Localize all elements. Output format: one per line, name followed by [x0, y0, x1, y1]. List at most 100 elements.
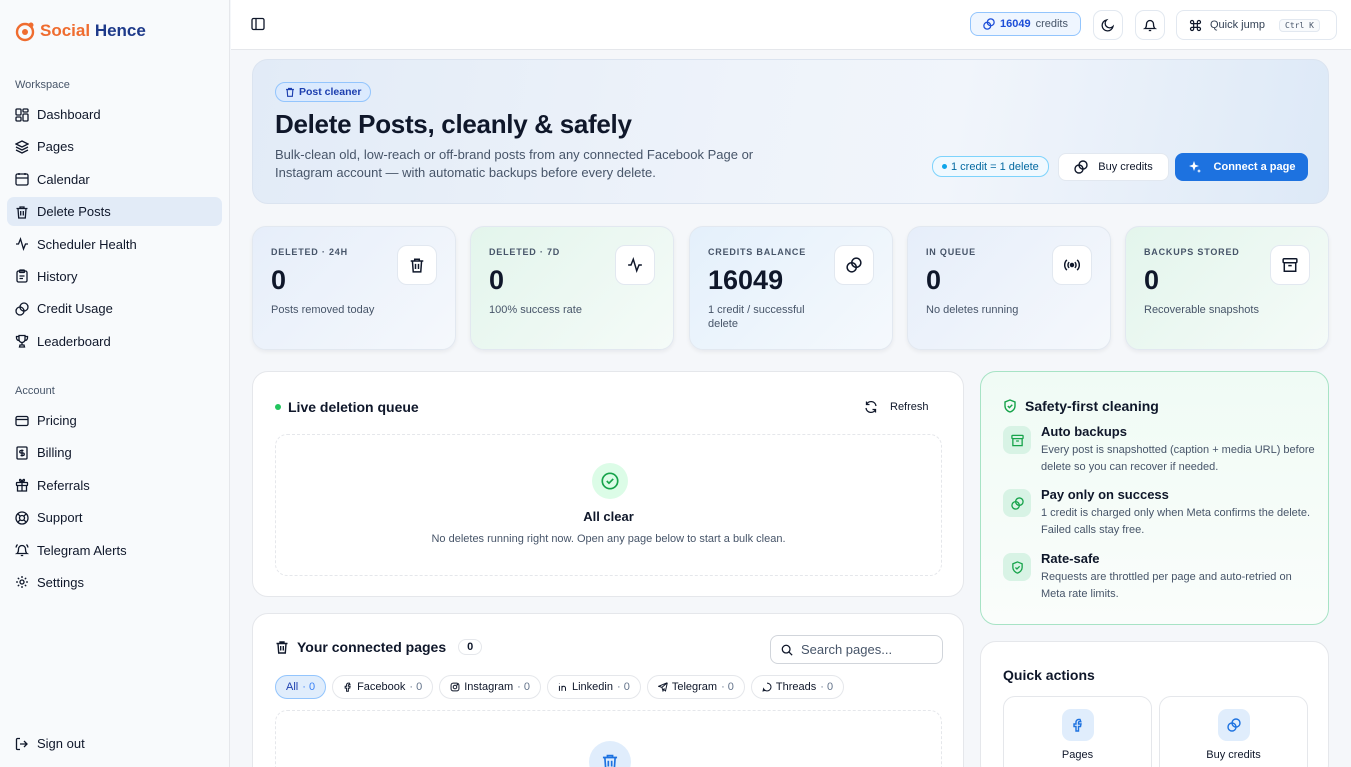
sidebar-item-history[interactable]: History: [7, 262, 222, 291]
chip-label: All: [286, 681, 299, 693]
credits-balance-pill[interactable]: 16049 credits: [970, 12, 1081, 36]
sidebar-item-credit-usage[interactable]: Credit Usage: [7, 294, 222, 323]
stat-icon-box: [1052, 245, 1092, 285]
bell-ring-icon: [15, 544, 29, 557]
filter-chip-instagram[interactable]: Instagram · 0: [439, 675, 541, 699]
refresh-label: Refresh: [890, 401, 929, 413]
stat-label: CREDITS BALANCE: [708, 247, 807, 257]
sidebar-item-telegram-alerts[interactable]: Telegram Alerts: [7, 536, 222, 565]
stat-value: 0: [271, 265, 287, 295]
stat-subtext: Posts removed today: [271, 304, 375, 316]
theme-toggle-button[interactable]: [1093, 10, 1123, 40]
stat-subtext: 100% success rate: [489, 304, 582, 316]
pages-count-badge: 0: [458, 639, 483, 655]
coins-icon: [1074, 160, 1088, 174]
credits-label: credits: [1035, 18, 1068, 30]
sidebar: Social Hence Workspace Dashboard Pages C…: [0, 0, 230, 767]
receipt-icon: [16, 446, 28, 460]
chip-label: Facebook: [357, 681, 406, 693]
stat-label: BACKUPS STORED: [1144, 247, 1240, 257]
sidebar-item-label: Credit Usage: [37, 301, 113, 317]
buy-credits-button[interactable]: Buy credits: [1058, 153, 1169, 181]
platform-filter-chips: All · 0 Facebook · 0 Instagram · 0 Linke…: [275, 675, 845, 699]
pages-empty-state: [275, 710, 942, 767]
filter-chip-facebook[interactable]: Facebook · 0: [332, 675, 434, 699]
empty-state-text: No deletes running right now. Open any p…: [431, 533, 786, 545]
facebook-icon: [1073, 718, 1082, 732]
account-section-label: Account: [15, 385, 55, 397]
stat-card-credits-balance: CREDITS BALANCE 16049 1 credit / success…: [689, 226, 893, 350]
sidebar-item-calendar[interactable]: Calendar: [7, 165, 222, 194]
filter-chip-linkedin[interactable]: Linkedin · 0: [547, 675, 641, 699]
stat-subtext: Recoverable snapshots: [1144, 304, 1259, 316]
sidebar-item-billing[interactable]: Billing: [7, 438, 222, 467]
sidebar-item-referrals[interactable]: Referrals: [7, 471, 222, 500]
page-description: Bulk-clean old, low-reach or off-brand p…: [275, 147, 754, 180]
stat-icon-box: [397, 245, 437, 285]
search-input[interactable]: [801, 642, 931, 657]
sidebar-item-scheduler-health[interactable]: Scheduler Health: [7, 230, 222, 259]
stat-card-backups-stored: BACKUPS STORED 0 Recoverable snapshots: [1125, 226, 1329, 350]
sidebar-item-delete-posts[interactable]: Delete Posts: [7, 197, 222, 227]
quick-actions-title: Quick actions: [1003, 667, 1095, 683]
refresh-button[interactable]: Refresh: [864, 400, 929, 414]
sidebar-item-leaderboard[interactable]: Leaderboard: [7, 327, 222, 356]
page-title: Delete Posts, cleanly & safely: [275, 109, 632, 139]
connect-page-button[interactable]: Connect a page: [1175, 153, 1308, 181]
quick-action-label: Buy credits: [1206, 749, 1261, 761]
sidebar-item-dashboard[interactable]: Dashboard: [7, 100, 222, 129]
quick-action-pages[interactable]: Pages: [1003, 696, 1152, 767]
instagram-icon: [450, 682, 460, 692]
safety-title-text: Safety-first cleaning: [1025, 398, 1159, 414]
calendar-icon: [15, 173, 29, 186]
archive-icon: [1010, 434, 1024, 446]
stat-icon-box: [834, 245, 874, 285]
safety-item-title: Rate-safe: [1041, 551, 1100, 566]
chip-count: · 0: [721, 681, 734, 693]
empty-state-title: All clear: [583, 509, 634, 524]
pages-title: Your connected pages 0: [275, 639, 483, 655]
stat-label: DELETED · 24H: [271, 247, 348, 257]
search-pages-field[interactable]: [770, 635, 943, 664]
logo[interactable]: Social Hence: [14, 20, 146, 42]
quick-action-icon-box: [1062, 709, 1094, 741]
safety-title: Safety-first cleaning: [1003, 398, 1159, 414]
coins-icon: [1227, 718, 1241, 732]
empty-state-badge: [592, 463, 628, 499]
sidebar-item-pages[interactable]: Pages: [7, 132, 222, 161]
rate-pill-label: 1 credit = 1 delete: [951, 160, 1039, 173]
chip-count: · 0: [409, 681, 423, 693]
logo-prefix: Social: [40, 21, 91, 40]
quick-action-buy-credits[interactable]: Buy credits: [1159, 696, 1308, 767]
filter-chip-all[interactable]: All · 0: [275, 675, 327, 699]
search-icon: [781, 644, 793, 656]
quick-action-icon-box: [1218, 709, 1250, 741]
sign-out-button[interactable]: Sign out: [15, 736, 85, 751]
bell-icon: [1143, 19, 1157, 32]
sidebar-toggle-button[interactable]: [251, 17, 265, 34]
log-out-icon: [15, 737, 28, 750]
workspace-section-label: Workspace: [15, 79, 70, 91]
gift-icon: [15, 479, 29, 492]
stat-icon-box: [1270, 245, 1310, 285]
filter-chip-threads[interactable]: Threads · 0: [750, 675, 845, 699]
queue-title-text: Live deletion queue: [288, 399, 419, 415]
logo-suffix: Hence: [90, 21, 146, 40]
filter-chip-telegram[interactable]: Telegram · 0: [646, 675, 745, 699]
sidebar-item-settings[interactable]: Settings: [7, 568, 222, 597]
gear-icon: [16, 576, 28, 589]
coins-icon: [1010, 496, 1024, 510]
sidebar-item-support[interactable]: Support: [7, 503, 222, 532]
notifications-button[interactable]: [1135, 10, 1165, 40]
stat-icon-box: [615, 245, 655, 285]
sidebar-item-label: Support: [37, 510, 83, 526]
top-bar: 16049 credits Quick jump Ctrl K: [231, 0, 1351, 50]
sidebar-item-pricing[interactable]: Pricing: [7, 406, 222, 435]
sidebar-item-label: Referrals: [37, 477, 90, 493]
sidebar-item-label: Dashboard: [37, 107, 101, 122]
quick-jump-button[interactable]: Quick jump Ctrl K: [1176, 10, 1337, 40]
sidebar-item-label: Settings: [37, 574, 84, 590]
stat-value: 0: [1144, 265, 1160, 295]
chip-label: Telegram: [671, 681, 718, 693]
trash-icon: [286, 87, 294, 97]
